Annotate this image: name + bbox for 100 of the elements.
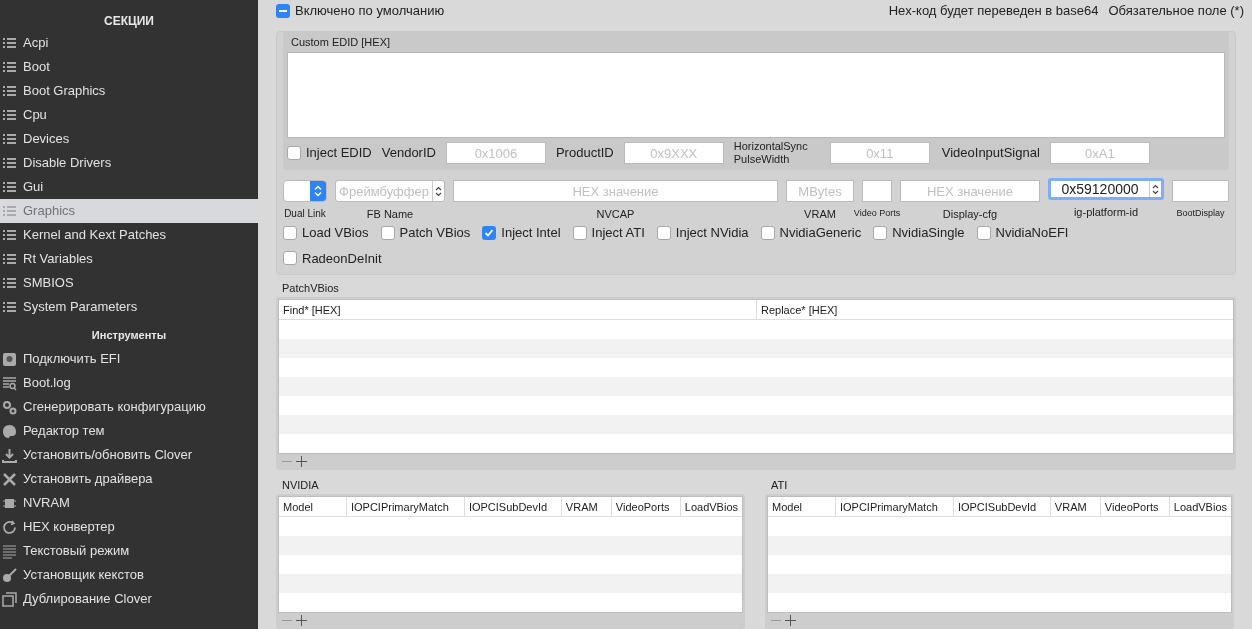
tool-item[interactable]: Установить драйвера: [0, 467, 258, 491]
gears-icon: [2, 399, 17, 415]
group-title: ATI: [770, 478, 789, 493]
tool-item[interactable]: Подключить EFI: [0, 347, 258, 371]
group-title: NVIDIA: [281, 478, 320, 493]
circular-arrows-icon: [2, 519, 17, 535]
combo-box[interactable]: Фреймбуффер: [335, 180, 445, 202]
inject-edid-checkbox[interactable]: Inject EDID: [287, 143, 372, 163]
nvcap-field[interactable]: HEX значение: [453, 180, 778, 202]
add-row-icon[interactable]: [785, 614, 796, 626]
option-checkbox[interactable]: Patch VBios: [380, 223, 471, 243]
sidebar-item[interactable]: Acpi: [0, 31, 258, 55]
column-header[interactable]: Find* [HEX]: [279, 300, 757, 319]
column-header[interactable]: Replace* [HEX]: [757, 300, 1233, 319]
column-header[interactable]: VideoPorts: [1100, 497, 1170, 516]
stepper-button[interactable]: [432, 181, 444, 201]
enabled-by-default-checkbox[interactable]: Включено по умолчанию: [276, 0, 445, 21]
wrench-screwdriver-icon: [2, 471, 17, 487]
list-icon: [2, 203, 17, 219]
list-icon: [2, 275, 17, 291]
fb-name-field[interactable]: Фреймбуффер: [336, 181, 432, 201]
tool-item[interactable]: Сгенерировать конфигурацию: [0, 395, 258, 419]
sidebar-item[interactable]: Disable Drivers: [0, 151, 258, 175]
column-header[interactable]: VideoPorts: [611, 497, 681, 516]
field-caption: BootDisplay: [1176, 207, 1225, 220]
sidebar-item[interactable]: Cpu: [0, 103, 258, 127]
option-checkbox[interactable]: NvidiaGeneric: [760, 223, 862, 243]
column-header[interactable]: IOPCIPrimaryMatch: [835, 497, 954, 516]
column-header[interactable]: LoadVBios: [1169, 497, 1231, 516]
up-down-arrows-icon: [1152, 183, 1159, 195]
field-caption: FB Name: [366, 207, 414, 222]
list-icon: [2, 299, 17, 315]
option-checkbox[interactable]: NvidiaNoEFI: [976, 223, 1069, 243]
tool-item[interactable]: NVRAM: [0, 491, 258, 515]
edid-text-area[interactable]: [287, 52, 1225, 138]
sidebar-item[interactable]: System Parameters: [0, 295, 258, 319]
tool-item[interactable]: Установить/обновить Clover: [0, 443, 258, 467]
tool-item[interactable]: Установщик кекстов: [0, 563, 258, 587]
column-header[interactable]: IOPCISubDevId: [953, 497, 1051, 516]
list-icon: [2, 179, 17, 195]
field-label: HorizontalSync PulseWidth: [733, 140, 809, 166]
field-caption: Dual Link: [284, 207, 326, 221]
boot-display-field[interactable]: [1172, 180, 1229, 202]
field-caption: ig-platform-id: [1073, 205, 1139, 220]
column-header[interactable]: IOPCIPrimaryMatch: [346, 497, 465, 516]
download-icon: [2, 447, 17, 463]
option-checkbox[interactable]: Inject Intel: [482, 223, 561, 243]
sidebar-item[interactable]: Kernel and Kext Patches: [0, 223, 258, 247]
tool-item[interactable]: Boot.log: [0, 371, 258, 395]
ig-platform-id-field[interactable]: 0x59120000: [1051, 181, 1149, 197]
add-row-icon[interactable]: [296, 614, 307, 626]
sidebar-item[interactable]: SMBIOS: [0, 271, 258, 295]
column-header[interactable]: VRAM: [561, 497, 612, 516]
dual-link-dropdown[interactable]: [283, 180, 327, 202]
product-id-field[interactable]: 0x9XXX: [623, 142, 724, 164]
section-header: Инструменты: [90, 328, 168, 343]
option-checkbox[interactable]: Inject NVidia: [656, 223, 749, 243]
sidebar-item[interactable]: Graphics: [0, 199, 258, 223]
required-note: Обязательное поле (*): [1108, 1, 1244, 20]
field-caption: NVCAP: [596, 207, 635, 222]
option-checkbox[interactable]: Load VBios: [283, 223, 369, 243]
column-header[interactable]: VRAM: [1050, 497, 1101, 516]
sidebar-item[interactable]: Gui: [0, 175, 258, 199]
combo-box[interactable]: 0x59120000: [1048, 178, 1164, 200]
tool-item[interactable]: Текстовый режим: [0, 539, 258, 563]
option-checkbox[interactable]: Inject ATI: [572, 223, 645, 243]
hex-note: Hex-код будет переведен в base64: [888, 1, 1099, 20]
checkmark-icon: [484, 227, 495, 238]
field-label: ProductID: [555, 144, 614, 163]
vram-field[interactable]: MBytes: [786, 180, 854, 202]
option-checkbox[interactable]: NvidiaSingle: [873, 223, 965, 243]
sidebar-item[interactable]: Boot: [0, 55, 258, 79]
pulse-width-field[interactable]: 0x11: [829, 142, 930, 164]
add-row-icon[interactable]: [296, 455, 307, 467]
group-title: PatchVBios: [281, 281, 340, 296]
list-icon: [2, 83, 17, 99]
column-header[interactable]: Model: [768, 497, 836, 516]
list-icon: [2, 35, 17, 51]
option-checkbox[interactable]: RadeonDeInit: [283, 248, 382, 268]
video-ports-field[interactable]: [862, 180, 892, 202]
stepper-button[interactable]: [1149, 181, 1161, 197]
display-cfg-field[interactable]: HEX значение: [900, 180, 1040, 202]
column-header[interactable]: LoadVBios: [680, 497, 742, 516]
sidebar-item[interactable]: Devices: [0, 127, 258, 151]
sidebar-item[interactable]: Rt Variables: [0, 247, 258, 271]
video-input-signal-field[interactable]: 0xA1: [1049, 142, 1150, 164]
tool-item[interactable]: Дублирование Clover: [0, 587, 258, 611]
list-icon: [2, 227, 17, 243]
tool-item[interactable]: Редактор тем: [0, 419, 258, 443]
list-icon: [2, 59, 17, 75]
tool-item[interactable]: HEX конвертер: [0, 515, 258, 539]
minus-icon: [279, 9, 287, 12]
vendor-id-field[interactable]: 0x1006: [445, 142, 546, 164]
section-header: СЕКЦИИ: [103, 13, 155, 29]
copy-icon: [2, 591, 17, 607]
sidebar-item[interactable]: Boot Graphics: [0, 79, 258, 103]
list-icon: [2, 155, 17, 171]
column-header[interactable]: Model: [279, 497, 347, 516]
column-header[interactable]: IOPCISubDevId: [464, 497, 562, 516]
field-caption: Display-cfg: [942, 207, 998, 222]
